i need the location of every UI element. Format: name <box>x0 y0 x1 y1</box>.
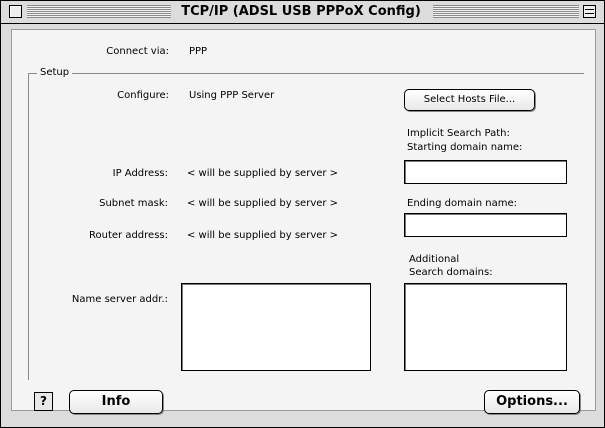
configure-label: Configure: <box>117 90 169 101</box>
setup-group-label: Setup <box>37 67 73 79</box>
ending-domain-name-label: Ending domain name: <box>407 198 518 209</box>
ending-domain-name-field[interactable] <box>404 213 567 237</box>
close-box-icon[interactable] <box>9 5 22 18</box>
help-icon[interactable]: ? <box>34 392 53 411</box>
additional-label: Additional <box>409 254 460 265</box>
starting-domain-name-field[interactable] <box>404 160 567 184</box>
title-bar-stripes-right <box>433 5 579 18</box>
router-address-value: < will be supplied by server > <box>187 230 339 241</box>
title-bar-stripes-left <box>27 5 171 18</box>
options-button[interactable]: Options... <box>484 390 580 414</box>
connect-via-label: Connect via: <box>106 46 169 57</box>
ip-address-label: IP Address: <box>112 168 168 179</box>
starting-domain-name-label: Starting domain name: <box>407 142 523 153</box>
connect-via-popup[interactable]: PPP <box>189 46 207 58</box>
implicit-search-path-label: Implicit Search Path: <box>407 128 510 139</box>
name-server-addr-label: Name server addr.: <box>71 294 168 305</box>
window: TCP/IP (ADSL USB PPPoX Config) Connect v… <box>0 0 605 428</box>
search-domains-field[interactable] <box>404 283 567 371</box>
title-bar[interactable]: TCP/IP (ADSL USB PPPoX Config) <box>1 1 604 24</box>
select-hosts-file-button[interactable]: Select Hosts File... <box>404 89 535 111</box>
name-server-addr-field[interactable] <box>181 283 371 371</box>
info-button[interactable]: Info <box>69 390 163 414</box>
subnet-mask-label: Subnet mask: <box>99 198 168 209</box>
router-address-label: Router address: <box>89 230 168 241</box>
zoom-box-icon[interactable] <box>583 5 596 18</box>
subnet-mask-value: < will be supplied by server > <box>187 198 339 209</box>
search-domains-label: Search domains: <box>409 267 493 278</box>
ip-address-value: < will be supplied by server > <box>187 168 339 179</box>
window-title: TCP/IP (ADSL USB PPPoX Config) <box>173 4 429 20</box>
configure-popup[interactable]: Using PPP Server <box>189 90 274 102</box>
help-button-label: ? <box>40 394 47 408</box>
